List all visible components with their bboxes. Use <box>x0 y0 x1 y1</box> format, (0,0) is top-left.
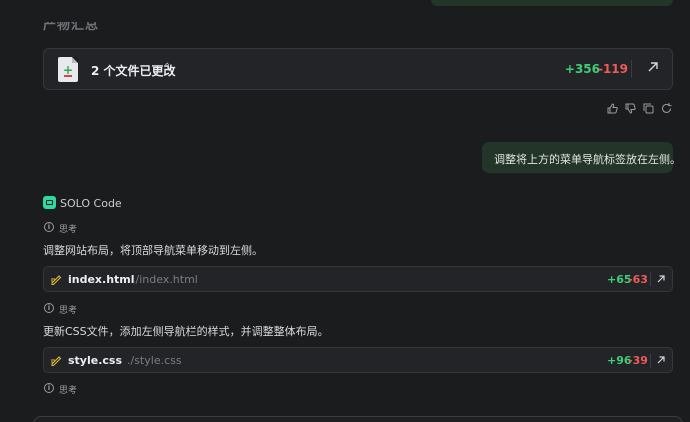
thumbs-down-icon[interactable] <box>624 102 637 115</box>
copy-icon[interactable] <box>642 102 655 115</box>
previous-message-bubble <box>431 0 673 6</box>
info-icon[interactable]: i <box>44 383 54 393</box>
chat-input[interactable] <box>33 416 683 422</box>
chevron-up-down-icon[interactable]: ⌃ <box>163 61 171 75</box>
file-name[interactable]: style.css <box>68 354 122 367</box>
files-changed-card[interactable]: + 2 个文件已更改 ⌃ +356 -119 <box>43 48 673 90</box>
summary-heading: 产物汇总 <box>43 22 100 33</box>
total-deletions: -119 <box>597 62 628 76</box>
refresh-icon[interactable] <box>660 102 673 115</box>
info-icon[interactable]: i <box>44 222 54 232</box>
user-message-bubble: 调整将上方的菜单导航标签放在左侧。 <box>482 142 681 173</box>
step-description: 调整网站布局，将顶部导航菜单移动到左侧。 <box>43 244 263 257</box>
divider <box>631 60 632 78</box>
arrow-up-right-icon[interactable] <box>656 274 666 284</box>
arrow-up-right-icon[interactable] <box>656 355 666 365</box>
file-change-card[interactable]: index.html ./index.html +65 -63 <box>43 266 673 292</box>
thinking-toggle[interactable]: 思考 <box>59 383 77 396</box>
thinking-toggle[interactable]: 思考 <box>59 303 77 316</box>
agent-name: SOLO Code <box>60 197 122 210</box>
file-deletions: -63 <box>628 273 648 286</box>
file-path: ./style.css <box>127 354 182 367</box>
file-deletions: -39 <box>628 354 648 367</box>
thinking-toggle[interactable]: 思考 <box>59 222 77 235</box>
solo-code-logo-icon <box>43 196 56 209</box>
step-description: 更新CSS文件，添加左侧导航栏的样式，并调整整体布局。 <box>43 325 329 338</box>
info-icon[interactable]: i <box>44 303 54 313</box>
pencil-edit-icon <box>51 356 62 367</box>
user-message-text: 调整将上方的菜单导航标签放在左侧。 <box>494 153 681 166</box>
file-name[interactable]: index.html <box>68 273 135 286</box>
thumbs-up-icon[interactable] <box>606 102 619 115</box>
file-diff-icon: + <box>58 57 78 82</box>
divider <box>650 272 651 287</box>
file-change-card[interactable]: style.css ./style.css +96 -39 <box>43 347 673 373</box>
arrow-up-right-icon[interactable] <box>646 60 660 74</box>
divider <box>650 353 651 368</box>
pencil-edit-icon <box>51 275 62 286</box>
total-additions: +356 <box>564 62 600 76</box>
file-path: ./index.html <box>132 273 198 286</box>
